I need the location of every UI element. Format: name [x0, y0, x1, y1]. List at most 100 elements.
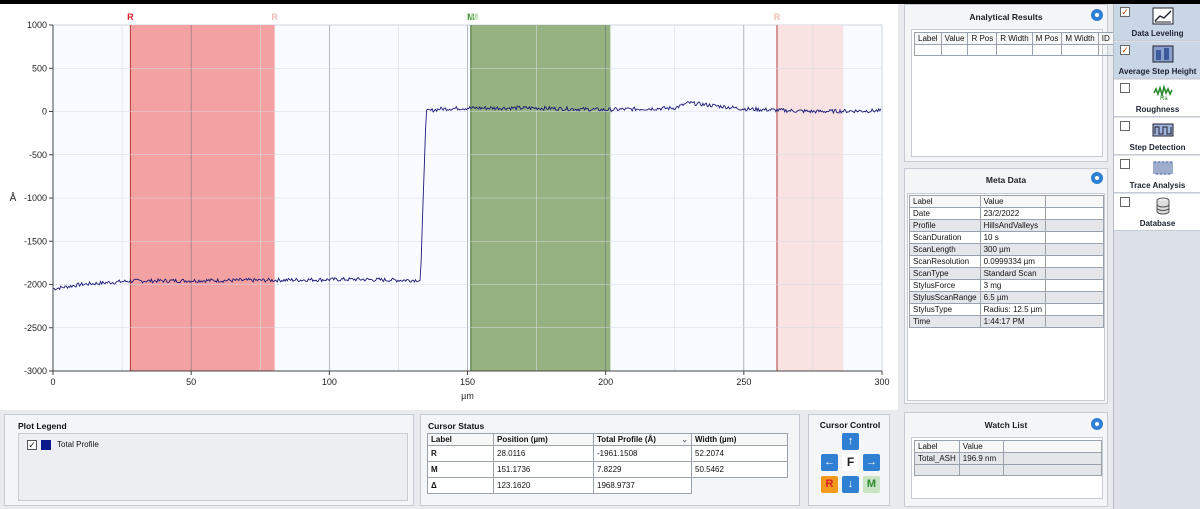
- m-cursor-button[interactable]: M: [863, 476, 880, 493]
- x-tick-label: 50: [186, 377, 196, 387]
- tool-label: Database: [1139, 219, 1176, 228]
- tool-data-leveling[interactable]: ✓ Data Leveling: [1114, 4, 1200, 41]
- cursor-marker-m[interactable]: M: [471, 12, 479, 22]
- tool-checkbox[interactable]: [1120, 121, 1130, 131]
- tool-checkbox[interactable]: [1120, 159, 1130, 169]
- column-header[interactable]: ID: [1097, 32, 1114, 45]
- column-header[interactable]: Value: [940, 32, 969, 45]
- tool-average-step-height[interactable]: ✓ Average Step Height: [1114, 42, 1200, 79]
- table-cell: 300 µm: [979, 243, 1047, 256]
- table-cell: 1:44:17 PM: [979, 315, 1047, 328]
- table-cell[interactable]: 28.0116: [493, 445, 594, 462]
- table-row[interactable]: Profile HillsAndValleys: [909, 219, 1104, 232]
- table-cell: Time: [909, 315, 981, 328]
- meta-data-title: Meta Data: [985, 175, 1027, 185]
- analysis-toolbar: ✓ Data Leveling ✓ Average Step Height Ra…: [1113, 4, 1200, 509]
- analytical-results-table-area: Label Value R Pos R Width M Pos M Width …: [911, 29, 1114, 157]
- table-cell[interactable]: 52.2074: [691, 445, 788, 462]
- arrow-right-button[interactable]: →: [863, 454, 880, 471]
- table-cell: [1045, 231, 1104, 244]
- table-cell: [1045, 303, 1104, 316]
- column-header[interactable]: M Pos: [1031, 32, 1063, 45]
- watch-list-panel: Watch List Label Value Total_ASH 196.9 n…: [904, 412, 1108, 507]
- arrow-up-button[interactable]: ↑: [842, 433, 859, 450]
- table-row[interactable]: StylusScanRange 6.5 µm: [909, 291, 1104, 304]
- table-row[interactable]: Total_ASH 196.9 nm: [914, 452, 1103, 465]
- table-cell: [1045, 267, 1104, 280]
- tool-checkbox[interactable]: [1120, 197, 1130, 207]
- cursor-marker-r[interactable]: R: [127, 12, 134, 22]
- cursor-marker-r[interactable]: R: [774, 12, 781, 22]
- table-cell[interactable]: 151.1736: [493, 461, 594, 478]
- tool-checkbox[interactable]: [1120, 83, 1130, 93]
- table-row[interactable]: ScanResolution 0.0999334 µm: [909, 255, 1104, 268]
- profile-chart-svg[interactable]: 0 50 100 150 200 250 300 1000 500 0 -500 -1000 -1500…: [0, 4, 898, 410]
- table-cell[interactable]: 50.5462: [691, 461, 788, 478]
- column-header[interactable]: Value: [958, 440, 1004, 453]
- cursor-control-panel: Cursor Control ↑ ← F → R ↓ M: [808, 414, 890, 506]
- cursor-status-title: Cursor Status: [428, 421, 485, 431]
- column-header[interactable]: Total Profile (Å) ⌄: [593, 433, 692, 446]
- table-cell: [1002, 464, 1103, 476]
- analytical-results-settings-icon[interactable]: [1091, 9, 1103, 21]
- tool-checkbox[interactable]: ✓: [1120, 45, 1130, 55]
- chevron-down-icon[interactable]: ⌄: [681, 435, 688, 444]
- column-header[interactable]: Label: [914, 32, 942, 45]
- column-header[interactable]: Label: [427, 433, 494, 446]
- data-leveling-icon: [1152, 7, 1174, 25]
- table-row[interactable]: ScanLength 300 µm: [909, 243, 1104, 256]
- tool-trace-analysis[interactable]: Trace Analysis: [1114, 156, 1200, 193]
- arrow-left-button[interactable]: ←: [821, 454, 838, 471]
- profile-chart[interactable]: 0 50 100 150 200 250 300 1000 500 0 -500 -1000 -1500…: [0, 4, 898, 410]
- arrow-down-button[interactable]: ↓: [842, 476, 859, 493]
- table-cell: 123.1620: [493, 477, 594, 494]
- cursor-status-table: Label Position (µm) Total Profile (Å) ⌄ W…: [427, 433, 788, 494]
- table-row[interactable]: R 28.0116 -1961.1508 52.2074: [427, 445, 788, 462]
- table-cell: 10 s: [979, 231, 1047, 244]
- table-cell: 7.8229: [593, 461, 692, 478]
- watch-list-header-row: Label Value: [914, 440, 1103, 453]
- column-header[interactable]: R Pos: [967, 32, 998, 45]
- table-cell: 196.9 nm: [958, 452, 1004, 465]
- column-header[interactable]: Label: [914, 440, 960, 453]
- table-row[interactable]: ScanType Standard Scan: [909, 267, 1104, 280]
- tool-database[interactable]: Database: [1114, 194, 1200, 231]
- table-row[interactable]: StylusForce 3 mg: [909, 279, 1104, 292]
- table-cell: [691, 477, 788, 494]
- svg-text:Ra: Ra: [1160, 96, 1168, 101]
- table-cell: [914, 464, 960, 476]
- column-header[interactable]: R Width: [996, 32, 1033, 45]
- focus-button[interactable]: F: [842, 454, 859, 471]
- legend-item-checkbox[interactable]: ✓: [27, 440, 37, 450]
- column-header[interactable]: Width (µm): [691, 433, 788, 446]
- watch-list-settings-icon[interactable]: [1091, 418, 1103, 430]
- meta-data-panel: Meta Data Label Value Date 23/2/2022 Profi…: [904, 168, 1108, 404]
- table-cell: ScanType: [909, 267, 981, 280]
- table-cell: HillsAndValleys: [979, 219, 1047, 232]
- tool-checkbox[interactable]: ✓: [1120, 7, 1130, 17]
- table-row[interactable]: Time 1:44:17 PM: [909, 315, 1104, 328]
- database-icon: [1156, 197, 1170, 215]
- table-row[interactable]: StylusType Radius: 12.5 µm: [909, 303, 1104, 316]
- column-header[interactable]: Value: [979, 195, 1047, 208]
- table-row[interactable]: Δ 123.1620 1968.9737: [427, 477, 788, 494]
- cursor-marker-r[interactable]: R: [271, 12, 278, 22]
- meta-data-settings-icon[interactable]: [1091, 172, 1103, 184]
- x-tick-label: 0: [50, 377, 55, 387]
- column-header: [1045, 195, 1104, 208]
- r-cursor-button[interactable]: R: [821, 476, 838, 493]
- column-header[interactable]: Label: [909, 195, 981, 208]
- column-header[interactable]: M Width: [1061, 32, 1099, 45]
- table-row[interactable]: ScanDuration 10 s: [909, 231, 1104, 244]
- tool-roughness[interactable]: Ra Roughness: [1114, 80, 1200, 117]
- table-row[interactable]: M 151.1736 7.8229 50.5462: [427, 461, 788, 478]
- y-tick-label: 0: [42, 107, 47, 117]
- table-row[interactable]: [914, 44, 1114, 56]
- table-cell: Profile: [909, 219, 981, 232]
- tool-step-detection[interactable]: Step Detection: [1114, 118, 1200, 155]
- column-header[interactable]: Position (µm): [493, 433, 594, 446]
- y-tick-label: -500: [29, 150, 47, 160]
- table-row[interactable]: Date 23/2/2022: [909, 207, 1104, 220]
- table-cell: [1045, 291, 1104, 304]
- table-cell: [996, 44, 1033, 56]
